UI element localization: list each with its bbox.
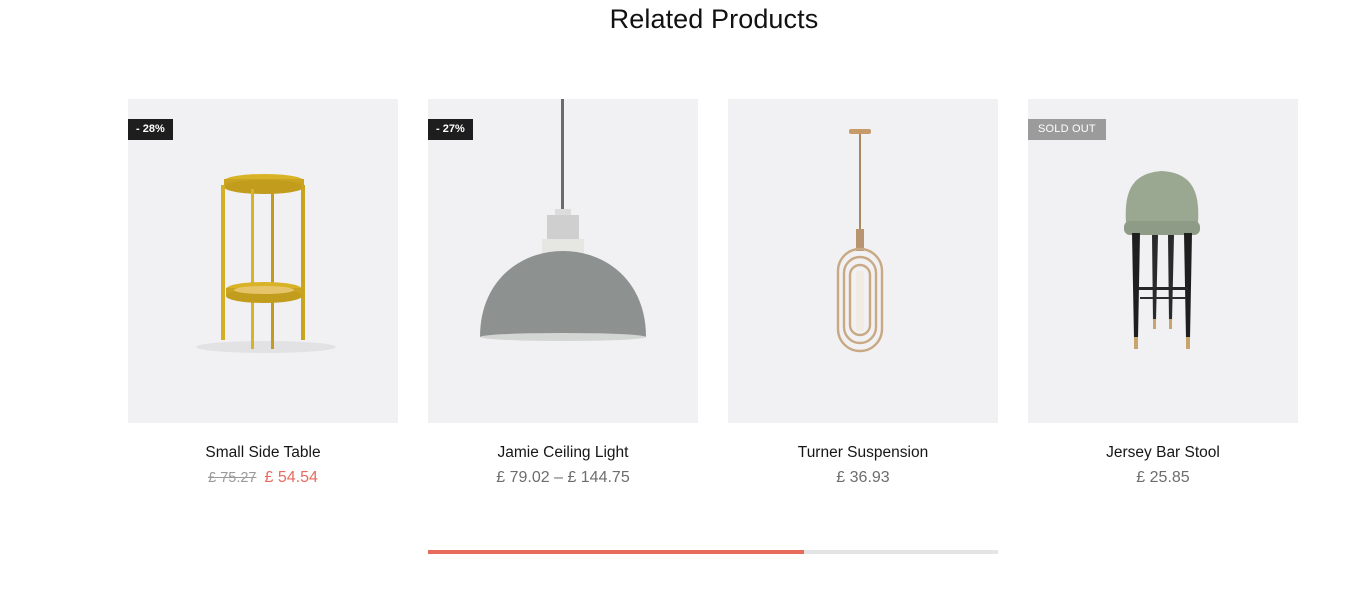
related-products-carousel: - 28% Small Side Table £ 75.27 £ 54.54 - …	[128, 99, 1298, 499]
product-image-container[interactable]: - 27%	[428, 99, 698, 423]
discount-badge: - 28%	[128, 119, 173, 140]
carousel-progress-fill	[428, 550, 805, 554]
sold-out-badge: SOLD OUT	[1028, 119, 1106, 140]
product-price: £ 75.27 £ 54.54	[128, 469, 398, 487]
product-image-container[interactable]	[728, 99, 998, 423]
product-title[interactable]: Small Side Table	[128, 444, 398, 462]
product-card[interactable]: SOLD OUT Jersey Bar Stool £ 25.85	[1028, 99, 1298, 486]
product-card[interactable]: - 27% Jamie Ceiling Light £ 79.02 – £ 14…	[428, 99, 698, 486]
section-title: Related Products	[609, 4, 819, 34]
product-title[interactable]: Jersey Bar Stool	[1028, 444, 1298, 462]
side-table-image[interactable]	[128, 99, 398, 423]
product-title[interactable]: Turner Suspension	[728, 444, 998, 462]
product-image-container[interactable]: - 28%	[128, 99, 398, 423]
discount-badge: - 27%	[428, 119, 473, 140]
product-price: £ 25.85	[1136, 469, 1190, 486]
product-image-container[interactable]: SOLD OUT	[1028, 99, 1298, 423]
product-card[interactable]: - 28% Small Side Table £ 75.27 £ 54.54	[128, 99, 398, 486]
product-price: £ 79.02 – £ 144.75	[496, 469, 630, 486]
bar-stool-image[interactable]	[1028, 99, 1298, 423]
price-original: £ 75.27	[208, 470, 257, 486]
product-price: £ 36.93	[836, 469, 890, 486]
ceiling-light-image[interactable]	[428, 99, 698, 423]
product-card[interactable]: Turner Suspension £ 36.93	[728, 99, 998, 486]
suspension-lamp-image[interactable]	[728, 99, 998, 423]
carousel-progress-track[interactable]	[428, 550, 998, 554]
product-title[interactable]: Jamie Ceiling Light	[428, 444, 698, 462]
price-sale: £ 54.54	[264, 469, 318, 486]
